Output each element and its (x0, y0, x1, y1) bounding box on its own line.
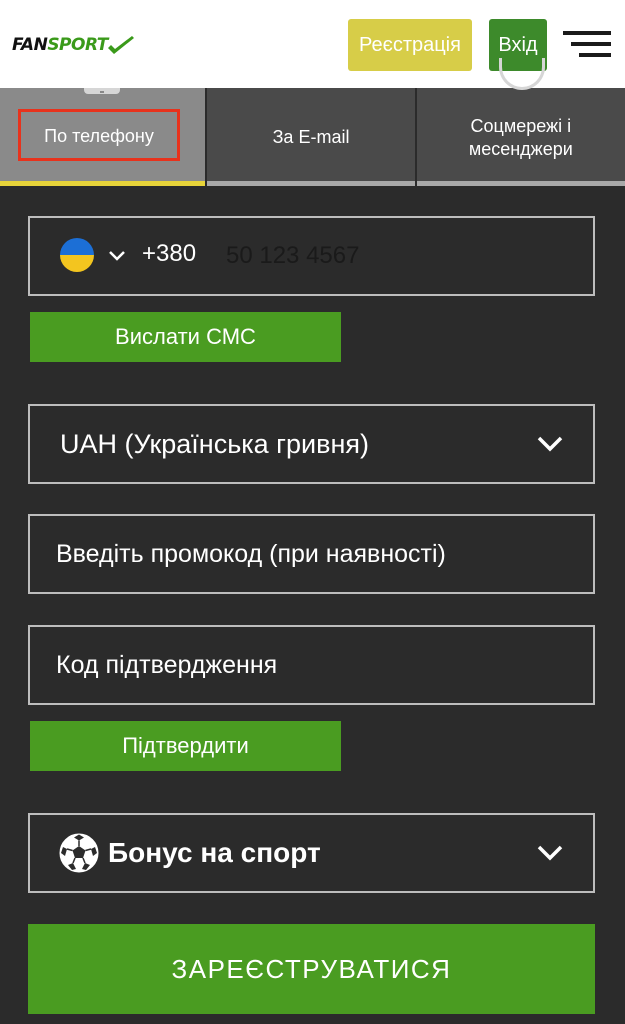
country-code: +380 (142, 240, 197, 267)
logo-text: FANSPORT (12, 35, 108, 55)
confirm-button[interactable]: Підтвердити (30, 721, 341, 771)
soccer-ball-icon (59, 833, 99, 873)
tab-label: По телефону (44, 125, 154, 146)
phone-field: +380 (28, 216, 595, 296)
logo-swoosh-icon (107, 36, 134, 54)
phone-icon (84, 88, 120, 94)
currency-select[interactable]: UAH (Українська гривня) (28, 404, 595, 484)
tab-label: За E-mail (272, 127, 350, 147)
chevron-down-icon[interactable] (106, 244, 128, 266)
register-button[interactable]: Реєстрація (348, 19, 472, 71)
promo-code-field (28, 514, 595, 594)
tab-by-phone[interactable]: По телефону (0, 88, 206, 186)
tab-label: Соцмережі і месенджери (468, 115, 573, 159)
chevron-down-icon (537, 436, 563, 452)
tab-by-phone-highlight: По телефону (18, 109, 180, 161)
confirmation-code-field (28, 625, 595, 705)
chevron-down-icon (537, 845, 563, 861)
register-submit-button[interactable]: ЗАРЕЄСТРУВАТИСЯ (28, 924, 595, 1014)
bonus-select[interactable]: Бонус на спорт (28, 813, 595, 893)
bonus-value: Бонус на спорт (108, 837, 321, 868)
fansport-logo[interactable]: FANSPORT (12, 30, 136, 60)
tab-social-messengers[interactable]: Соцмережі і месенджери (416, 58, 625, 186)
send-sms-button[interactable]: Вислати СМС (30, 312, 341, 362)
phone-input[interactable] (226, 236, 566, 276)
currency-value: UAH (Українська гривня) (60, 428, 369, 459)
ukraine-flag-icon[interactable] (60, 238, 94, 272)
hamburger-menu-icon[interactable] (563, 31, 611, 59)
registration-method-tabs: По телефону За E-mail Соцмережі і месенд… (0, 58, 625, 186)
promo-code-input[interactable] (56, 534, 576, 574)
confirmation-code-input[interactable] (56, 645, 576, 685)
tab-by-email[interactable]: За E-mail (207, 88, 415, 186)
